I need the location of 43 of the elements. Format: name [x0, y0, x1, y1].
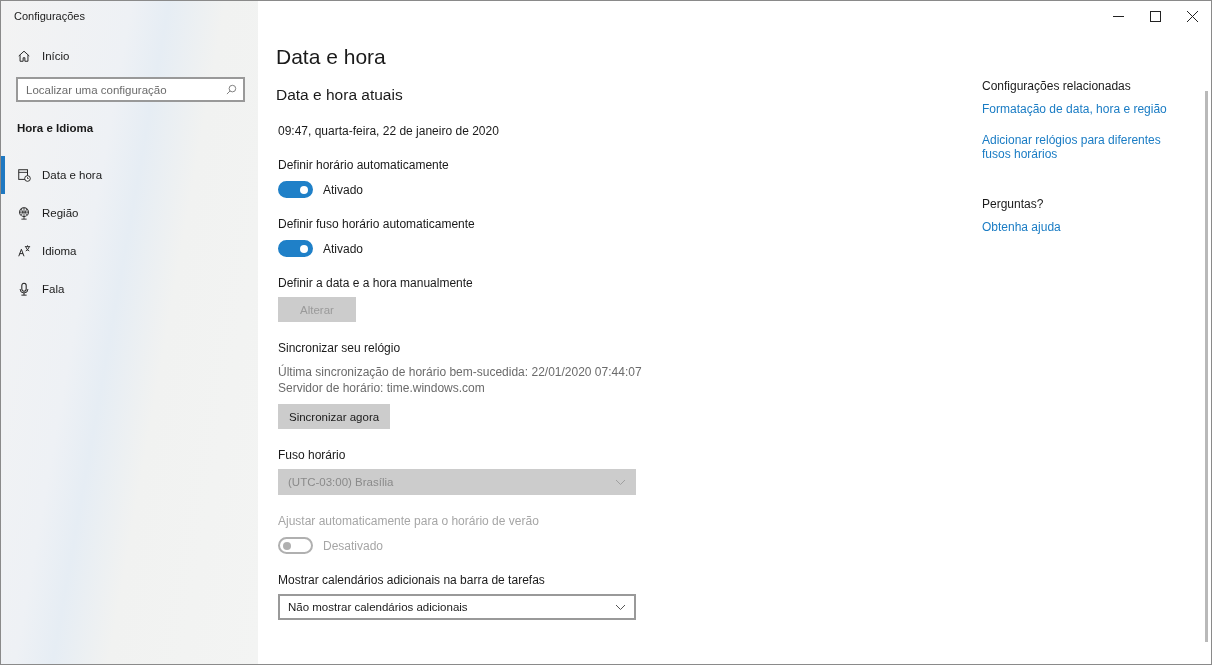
related-link[interactable]: Adicionar relógios para diferentes fusos horários: [982, 133, 1182, 161]
language-icon: [17, 243, 31, 259]
close-icon: [1187, 10, 1198, 22]
globe-icon: [17, 205, 31, 221]
search-icon: [226, 84, 237, 95]
related-heading: Perguntas?: [982, 197, 1045, 211]
toggle-switch[interactable]: [278, 181, 313, 198]
related-heading: Configurações relacionadas: [982, 79, 1132, 93]
calendar-icon: [17, 167, 31, 183]
sidebar-item[interactable]: Data e hora: [1, 156, 258, 194]
maximize-icon: [1150, 10, 1161, 22]
dropdown[interactable]: Não mostrar calendários adicionais: [278, 594, 636, 620]
setting-label: Definir fuso horário automaticamente: [278, 217, 476, 231]
toggle-state: Ativado: [323, 241, 364, 256]
toggle-switch[interactable]: [278, 240, 313, 257]
toggle-state: Desativado: [323, 538, 384, 553]
section-heading: Hora e Idioma: [17, 122, 95, 134]
setting-label: Definir a data e a hora manualmente: [278, 276, 474, 290]
toggle-state: Ativado: [323, 182, 364, 197]
sidebar-item[interactable]: Idioma: [1, 232, 258, 270]
sidebar-item[interactable]: Fala: [1, 270, 258, 308]
chevron-down-icon: [615, 603, 626, 611]
home-icon: [17, 48, 31, 64]
setting-label: Fuso horário: [278, 448, 347, 462]
home-link[interactable]: Início: [17, 48, 70, 64]
sidebar-item[interactable]: Região: [1, 194, 258, 232]
microphone-icon: [17, 281, 31, 297]
current-datetime: 09:47, quarta-feira, 22 de janeiro de 2020: [278, 124, 500, 138]
related-link[interactable]: Formatação de data, hora e região: [982, 102, 1182, 116]
window-title: Configurações: [13, 9, 86, 24]
chevron-down-icon: [615, 478, 626, 486]
scrollbar[interactable]: [1205, 91, 1208, 642]
search-field[interactable]: Localizar uma configuração: [16, 77, 245, 102]
setting-label: Sincronizar seu relógio: [278, 341, 402, 355]
sync-detail: Última sincronização de horário bem-sucedida: 22/01/2020 07:44:07: [278, 364, 643, 380]
setting-label: Definir horário automaticamente: [278, 158, 450, 172]
setting-label: Ajustar automaticamente para o horário de verão: [278, 514, 540, 528]
sync-now-button[interactable]: Sincronizar agora: [278, 404, 391, 429]
related-link[interactable]: Obtenha ajuda: [982, 220, 1182, 234]
sync-detail: Servidor de horário: time.windows.com: [278, 380, 486, 396]
page-title: Data e hora: [276, 45, 387, 69]
setting-label: Mostrar calendários adicionais na barra de tarefas: [278, 573, 546, 587]
section-title: Data e hora atuais: [276, 86, 404, 104]
